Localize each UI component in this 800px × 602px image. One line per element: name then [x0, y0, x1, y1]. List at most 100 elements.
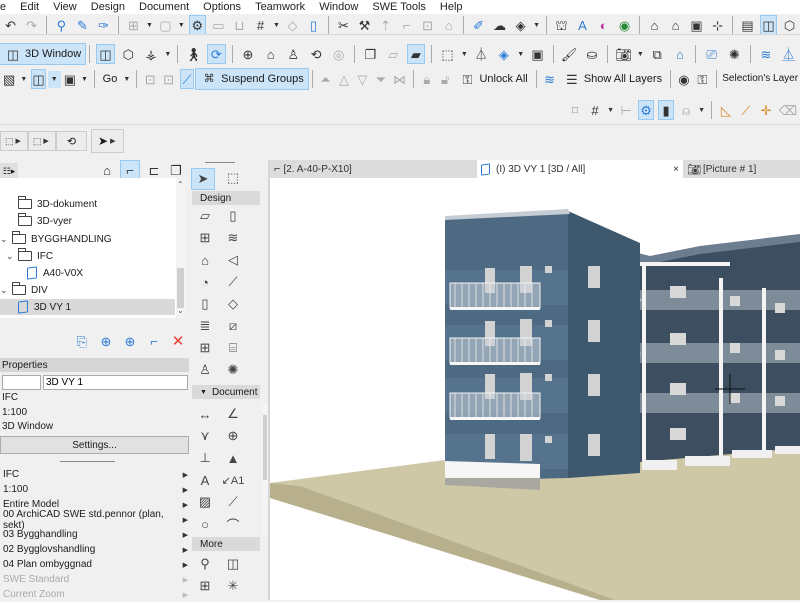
- layer-settings-icon[interactable]: ≋: [543, 70, 555, 88]
- close-tab-icon[interactable]: ×: [673, 164, 679, 175]
- level-marker-tool-icon[interactable]: ▲: [222, 449, 244, 467]
- arrow-tool[interactable]: ➤: [191, 168, 215, 190]
- roof-tool-icon[interactable]: ⌂: [194, 251, 216, 269]
- light-tool-icon[interactable]: ✳: [222, 577, 244, 595]
- intersect-icon[interactable]: ⊡: [420, 16, 435, 34]
- quick-option-layer-combination[interactable]: IFC ▶: [3, 467, 188, 482]
- line-tool-icon[interactable]: ⟋: [222, 493, 244, 511]
- menu-document[interactable]: Document: [139, 1, 189, 13]
- undo-icon[interactable]: ↶: [3, 16, 18, 34]
- snap-point-icon[interactable]: ⌑: [568, 101, 582, 119]
- suspend-groups-button[interactable]: ⌘ Suspend Groups: [195, 68, 309, 90]
- construction-grid-icon[interactable]: ⊢: [619, 101, 633, 119]
- column-tool-icon[interactable]: ▯: [194, 295, 216, 313]
- chair-tool-icon[interactable]: ♙: [194, 361, 216, 379]
- wall-tool-icon[interactable]: ▱: [194, 207, 216, 225]
- lock-layer-icon[interactable]: ⚿: [696, 70, 708, 88]
- tab-floor-plan[interactable]: ⌐ [2. A-40-P-X10]: [270, 160, 477, 178]
- plane-icon[interactable]: ◇: [285, 16, 300, 34]
- tab-picture[interactable]: 📷︎ [Picture # 1]: [683, 160, 760, 178]
- edit-group-icon[interactable]: ⟋: [179, 69, 195, 89]
- object-tool-icon[interactable]: ⌸: [222, 339, 244, 357]
- menu-help[interactable]: Help: [440, 1, 463, 13]
- tree-item[interactable]: 3D-dokument: [18, 196, 97, 212]
- clone-folder-icon[interactable]: ⌐: [145, 332, 163, 350]
- cursor-snap-icon[interactable]: ▮: [658, 100, 675, 120]
- section-plane-icon[interactable]: ▯: [306, 16, 321, 34]
- lock-icon[interactable]: 🔒︎: [421, 70, 433, 88]
- rotate-view-button[interactable]: ⟲: [55, 131, 88, 151]
- window-tool-icon[interactable]: ⊞: [194, 229, 216, 247]
- navigator-mode-button[interactable]: ☷▸: [0, 163, 18, 179]
- house-down-icon[interactable]: ⌂: [668, 16, 683, 34]
- render-icon[interactable]: ⧉: [649, 45, 666, 63]
- doc-icon[interactable]: ▱: [385, 45, 402, 63]
- perspective-icon[interactable]: ⬡: [120, 45, 137, 63]
- bring-forward-icon[interactable]: △: [338, 70, 350, 88]
- view-name-input[interactable]: [43, 375, 188, 390]
- angle-dimension-tool-icon[interactable]: ∠: [222, 405, 244, 423]
- hotspot-tool-icon[interactable]: ⚲: [194, 555, 216, 573]
- publisher-icon[interactable]: ❐: [167, 161, 185, 179]
- menu-view[interactable]: View: [53, 1, 77, 13]
- orbit-axis-icon[interactable]: ⚶: [143, 45, 160, 63]
- rotate-object-icon[interactable]: ⟲: [308, 45, 325, 63]
- dimension-tool-icon[interactable]: ↔: [194, 405, 216, 423]
- radial-dimension-tool-icon[interactable]: ⋎: [194, 427, 216, 445]
- quick-option-graphic-override[interactable]: 02 Bygglovshandling ▶: [3, 542, 188, 557]
- split-icon[interactable]: ✂: [336, 16, 351, 34]
- chevron-down-icon[interactable]: ⌄: [0, 234, 8, 245]
- arc-tool-icon[interactable]: ⌒: [222, 515, 244, 533]
- curtain-wall-tool-icon[interactable]: ◔: [194, 273, 216, 291]
- fillet-icon[interactable]: ⌐: [399, 16, 414, 34]
- menu-file[interactable]: e: [0, 1, 6, 13]
- layout-icon[interactable]: ▣: [689, 16, 704, 34]
- morph-icon[interactable]: ◈: [513, 16, 528, 34]
- box-icon[interactable]: ⬡: [782, 16, 797, 34]
- hide-layer-icon[interactable]: ◉: [678, 70, 690, 88]
- navigator-scroll-thumb[interactable]: [177, 268, 184, 308]
- marquee-box-icon[interactable]: ⬚: [439, 45, 456, 63]
- bring-front-icon[interactable]: ⏶: [319, 70, 331, 88]
- inject-parameters-icon[interactable]: ✑: [96, 16, 111, 34]
- arrow-tool-button[interactable]: ➤ ▶: [91, 129, 125, 153]
- padlock-icon[interactable]: ⍝: [679, 101, 693, 119]
- crosshair-icon[interactable]: ✛: [759, 101, 773, 119]
- lamp-tool-icon[interactable]: ✺: [222, 361, 244, 379]
- scroll-down-icon[interactable]: ⌄: [177, 306, 184, 315]
- marquee-tool[interactable]: ⬚: [222, 169, 244, 187]
- quick-option-renovation-filter[interactable]: 04 Plan ombyggnad ▶: [3, 557, 188, 572]
- door-tool-icon[interactable]: ▯: [222, 207, 244, 225]
- pick-up-parameters-icon[interactable]: ✎: [75, 16, 90, 34]
- roof-icon[interactable]: ⌂: [441, 16, 456, 34]
- menu-edit[interactable]: Edit: [20, 1, 39, 13]
- tree-item[interactable]: A40-V0X: [27, 265, 83, 281]
- window-preview-icon[interactable]: ▣: [64, 70, 76, 88]
- tree-item-selected[interactable]: 3D VY 1: [0, 299, 175, 315]
- tree-item[interactable]: 3D-vyer: [18, 213, 72, 229]
- window-layout-icon[interactable]: ▣: [529, 45, 546, 63]
- tree-item[interactable]: ⌄ IFC: [6, 248, 53, 264]
- layer-icon[interactable]: ▢: [158, 16, 173, 34]
- 3d-axis-icon[interactable]: ⊹: [710, 16, 725, 34]
- project-map-icon[interactable]: ⌂: [98, 161, 116, 179]
- brush-fill-icon[interactable]: ⛀: [584, 45, 601, 63]
- slab-tool-icon[interactable]: ◇: [222, 295, 244, 313]
- floor-plan-view-icon[interactable]: ▤: [740, 16, 755, 34]
- settings-button[interactable]: Settings...: [0, 436, 189, 454]
- eraser-icon[interactable]: ⌫: [779, 101, 797, 119]
- quick-option-scale[interactable]: 1:100 ▶: [3, 482, 188, 497]
- triangle-ruler-icon[interactable]: ◺: [719, 101, 733, 119]
- snap-guides-icon[interactable]: ⚙: [638, 100, 655, 120]
- map-icon[interactable]: ▧: [3, 70, 15, 88]
- adjust-icon[interactable]: ⚒: [357, 16, 372, 34]
- new-folder-icon[interactable]: ⊕: [121, 332, 139, 350]
- send-backward-icon[interactable]: ▽: [356, 70, 368, 88]
- dimension-icon[interactable]: ⊔: [232, 16, 247, 34]
- menu-swe-tools[interactable]: SWE Tools: [372, 1, 426, 13]
- house-dash-icon[interactable]: ⌂: [672, 45, 689, 63]
- video-icon[interactable]: ⎚: [703, 45, 720, 63]
- mesh-tool-icon[interactable]: ⧄: [222, 317, 244, 335]
- new-folder-image-icon[interactable]: ⊕: [97, 332, 115, 350]
- globe-icon[interactable]: ◉: [617, 16, 632, 34]
